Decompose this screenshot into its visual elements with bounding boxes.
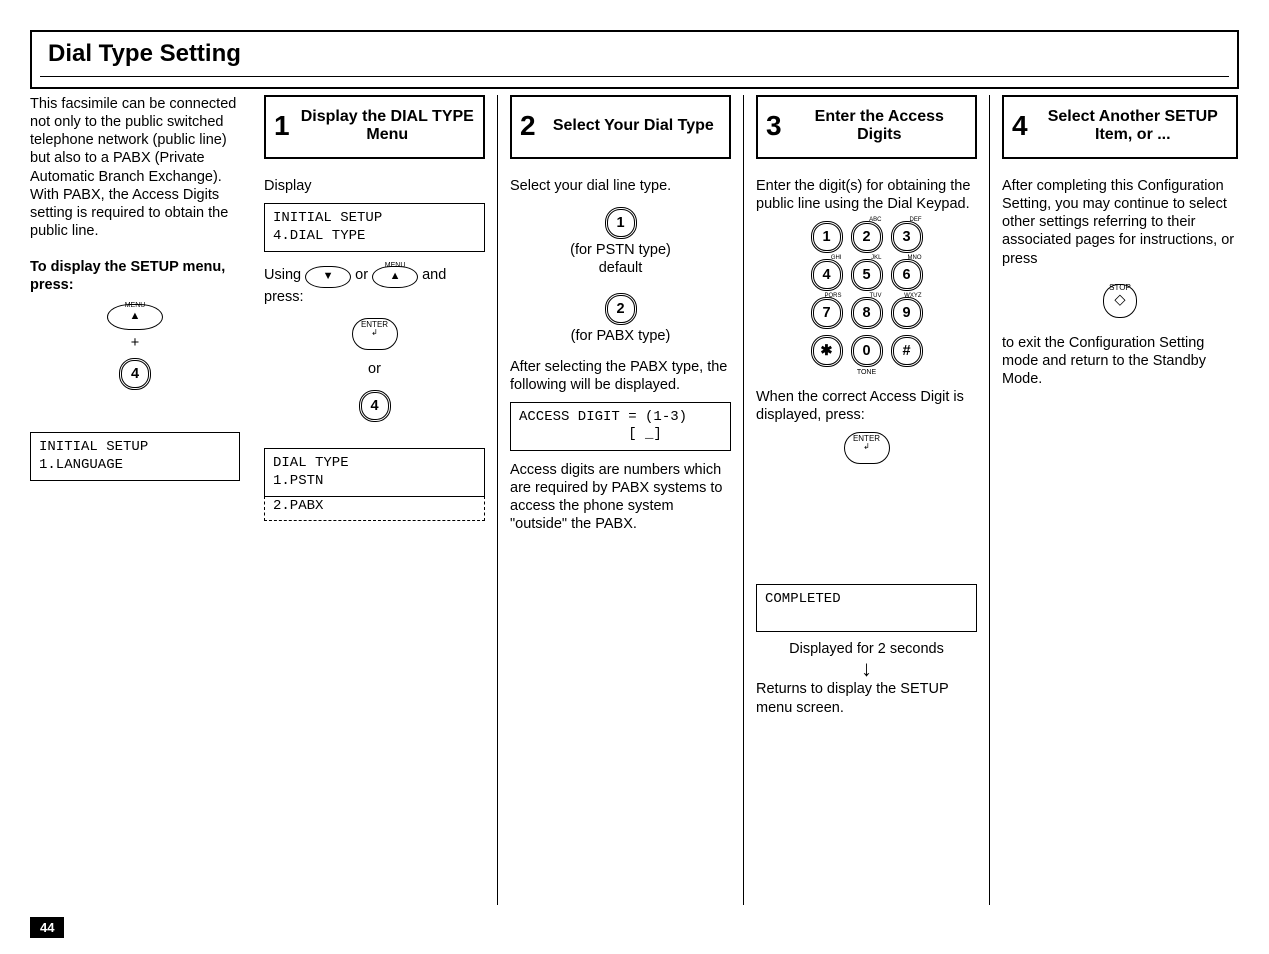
key-2-graphic: 2 (for PABX type)	[510, 291, 731, 345]
intro-column: This facsimile can be connected not only…	[30, 95, 252, 905]
key-2: 2ABC	[851, 221, 883, 253]
key-1-graphic: 1 (for PSTN type) default	[510, 205, 731, 277]
arrow-down-icon: ↓	[756, 658, 977, 680]
pstn-label: (for PSTN type)	[510, 241, 731, 259]
step-4-title: Select Another SETUP Item, or ...	[1038, 108, 1228, 145]
step-2-p2: After selecting the PABX type, the follo…	[510, 358, 731, 394]
lcd-pabx-option: 2.PABX	[264, 496, 485, 521]
step-2-column: 2 Select Your Dial Type Select your dial…	[498, 95, 744, 905]
step-3-column: 3 Enter the Access Digits Enter the digi…	[744, 95, 990, 905]
key-7: 7PQRS	[811, 297, 843, 329]
step-3-title: Enter the Access Digits	[792, 108, 967, 145]
tone-label: TONE	[756, 369, 977, 378]
lcd-access-digit: ACCESS DIGIT = (1-3) [ _]	[510, 402, 731, 451]
step-4-p2: to exit the Configuration Setting mode a…	[1002, 334, 1238, 388]
step-1-title: Display the DIAL TYPE Menu	[300, 108, 475, 145]
step-2-number: 2	[520, 112, 536, 140]
step-1-display-label: Display	[264, 177, 485, 195]
lcd-dial-type-menu: INITIAL SETUP 4.DIAL TYPE	[264, 203, 485, 252]
step-3-p2: When the correct Access Digit is display…	[756, 388, 977, 424]
step-1-header: 1 Display the DIAL TYPE Menu	[264, 95, 485, 159]
key-0: 0	[851, 335, 883, 367]
digit-4-key-2: 4	[264, 388, 485, 424]
or-label: or	[264, 360, 485, 378]
step-3-p4: Returns to display the SETUP menu screen…	[756, 680, 977, 716]
step-4-column: 4 Select Another SETUP Item, or ... Afte…	[990, 95, 1238, 905]
columns: This facsimile can be connected not only…	[30, 95, 1239, 905]
step-2-p3: Access digits are numbers which are requ…	[510, 461, 731, 534]
page-number: 44	[30, 917, 64, 938]
step-4-number: 4	[1012, 112, 1028, 140]
intro-paragraph: This facsimile can be connected not only…	[30, 95, 240, 240]
intro-prompt: To display the SETUP menu, press:	[30, 258, 240, 294]
manual-page: Dial Type Setting This facsimile can be …	[0, 0, 1269, 954]
enter-button-graphic-2: ENTER ↲	[756, 432, 977, 464]
enter-button-graphic: ENTER ↲	[264, 318, 485, 350]
stop-button: STOP◇	[1103, 284, 1137, 318]
menu-up-button-2: MENU▲	[372, 266, 418, 288]
plus-sign: +	[30, 334, 240, 352]
key-8: 8TUV	[851, 297, 883, 329]
page-title: Dial Type Setting	[48, 40, 1225, 68]
lcd-initial-setup: INITIAL SETUP 1.LANGUAGE	[30, 432, 240, 481]
using-line: Using ▼ or MENU▲ and	[264, 266, 485, 288]
step-4-header: 4 Select Another SETUP Item, or ...	[1002, 95, 1238, 159]
step-4-p1: After completing this Configuration Sett…	[1002, 177, 1238, 268]
key-9: 9WXYZ	[891, 297, 923, 329]
digit-4-key: 4	[119, 358, 151, 390]
lcd-completed: COMPLETED	[756, 584, 977, 632]
key-hash: #	[891, 335, 923, 367]
step-3-number: 3	[766, 112, 782, 140]
dial-keypad: 1 2ABC 3DEF 4GHI 5JKL 6MNO 7PQRS 8TUV 9W…	[756, 219, 977, 378]
pabx-label: (for PABX type)	[510, 327, 731, 345]
menu-up-button: MENU▲	[107, 304, 163, 330]
step-2-header: 2 Select Your Dial Type	[510, 95, 731, 159]
key-3: 3DEF	[891, 221, 923, 253]
stop-button-graphic: STOP◇	[1002, 284, 1238, 318]
title-box: Dial Type Setting	[30, 30, 1239, 89]
menu-down-button: ▼	[305, 266, 351, 288]
lcd-dial-type-options: DIAL TYPE 1.PSTN	[264, 448, 485, 497]
enter-button: ENTER ↲	[352, 318, 398, 350]
enter-button-2: ENTER ↲	[844, 432, 890, 464]
press-label: press:	[264, 288, 485, 306]
key-6: 6MNO	[891, 259, 923, 291]
step-3-p1: Enter the digit(s) for obtaining the pub…	[756, 177, 977, 213]
key-star: ✱	[811, 335, 843, 367]
key-1: 1	[811, 221, 843, 253]
key-4: 4GHI	[811, 259, 843, 291]
step-2-title: Select Your Dial Type	[546, 117, 721, 135]
key-5: 5JKL	[851, 259, 883, 291]
default-label: default	[510, 259, 731, 277]
step-3-header: 3 Enter the Access Digits	[756, 95, 977, 159]
step-1-number: 1	[274, 112, 290, 140]
step-2-p1: Select your dial line type.	[510, 177, 731, 195]
step-1-column: 1 Display the DIAL TYPE Menu Display INI…	[252, 95, 498, 905]
menu-button-graphic: MENU▲ + 4	[30, 304, 240, 392]
